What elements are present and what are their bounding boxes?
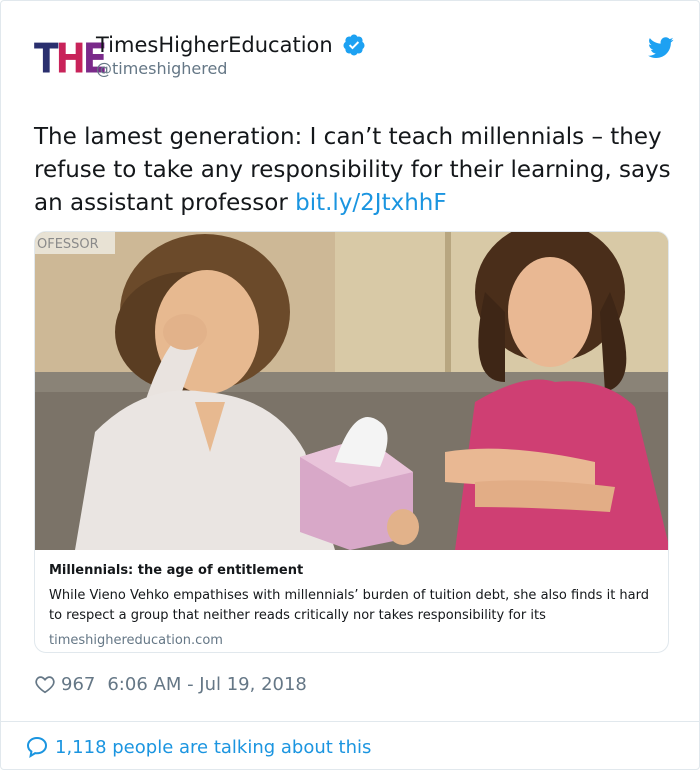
heart-icon[interactable] xyxy=(34,673,56,695)
card-domain[interactable]: timeshighereducation.com xyxy=(49,632,654,650)
tweet-header: THE TimesHigherEducation @timeshighered xyxy=(34,31,674,91)
tweet-text: The lamest generation: I can’t teach mil… xyxy=(34,121,674,220)
like-count[interactable]: 967 xyxy=(61,674,95,695)
avatar-letter-h: H xyxy=(55,35,86,83)
display-name[interactable]: TimesHigherEducation xyxy=(96,33,333,57)
avatar-letter-t: T xyxy=(34,35,59,83)
verified-badge-icon xyxy=(343,34,365,56)
tweet-footer[interactable]: 1,118 people are talking about this xyxy=(25,733,371,761)
card-image-caption: OFESSOR xyxy=(37,237,99,252)
tweet-meta: 967 6:06 AM - Jul 19, 2018 xyxy=(34,671,307,697)
account-names: TimesHigherEducation @timeshighered xyxy=(96,33,366,78)
account-handle[interactable]: @timeshighered xyxy=(96,59,366,78)
card-body: Millennials: the age of entitlement Whil… xyxy=(49,562,654,650)
timestamp[interactable]: 6:06 AM - Jul 19, 2018 xyxy=(107,674,307,695)
twitter-bird-icon[interactable] xyxy=(648,37,674,59)
card-description: While Vieno Vehko empathises with millen… xyxy=(49,588,649,623)
tweet-card: THE TimesHigherEducation @timeshighered … xyxy=(0,0,700,770)
link-card[interactable]: OFESSOR Millennials: the age of entitlem… xyxy=(34,231,669,653)
speech-bubble-icon xyxy=(26,736,48,759)
tweet-link[interactable]: bit.ly/2JtxhhF xyxy=(295,190,447,216)
avatar[interactable]: THE xyxy=(34,35,107,84)
card-image[interactable]: OFESSOR xyxy=(35,232,669,550)
divider xyxy=(1,721,699,722)
talking-link[interactable]: 1,118 people are talking about this xyxy=(55,737,371,758)
card-title[interactable]: Millennials: the age of entitlement xyxy=(49,562,654,580)
